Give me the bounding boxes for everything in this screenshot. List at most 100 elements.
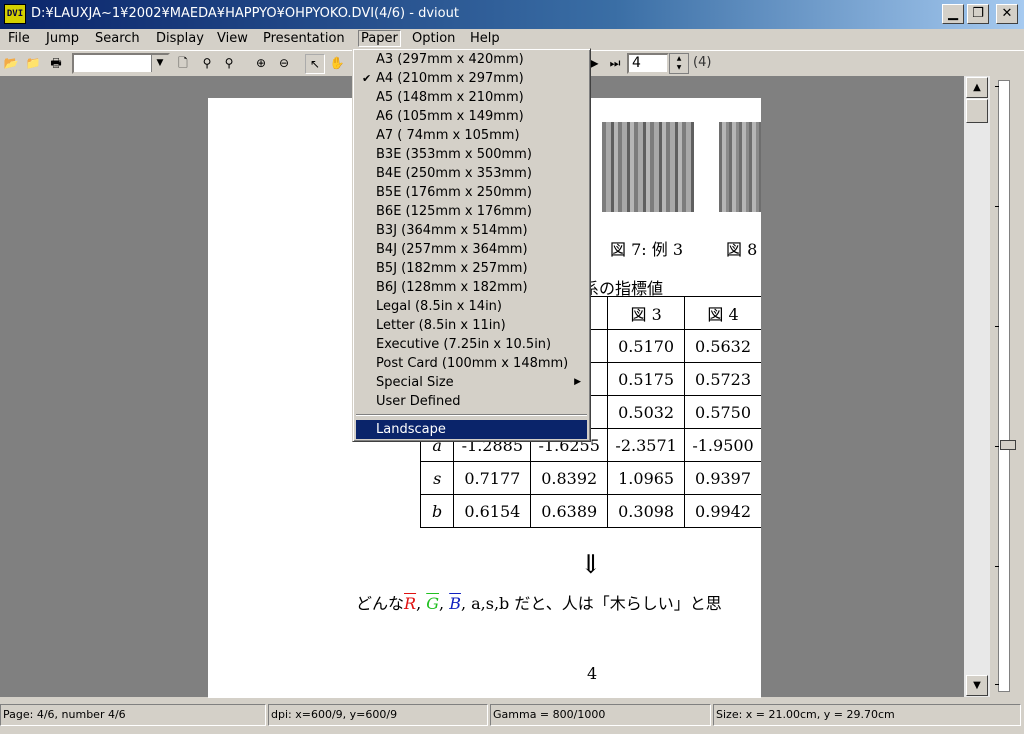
preview-icon[interactable]: 🗋 [174, 54, 192, 72]
menu-separator [356, 414, 587, 416]
table-cell: 0.6389 [530, 494, 609, 528]
paper-item-b5e[interactable]: B5E (176mm x 250mm) [356, 183, 587, 202]
maximize-button[interactable]: ❐ [967, 4, 989, 24]
dviout-app-icon[interactable]: DVI [4, 4, 26, 24]
table-cell: 1.0965 [607, 461, 686, 495]
table-cell: 0.8392 [530, 461, 609, 495]
last-page-icon[interactable]: ⏭ [606, 54, 624, 72]
zoom-in-icon[interactable]: ⊕ [252, 54, 270, 72]
table-cell: b [419, 494, 455, 528]
paper-item-a4-label: A4 (210mm x 297mm) [376, 71, 524, 86]
table-cell: 0.9397 [684, 461, 761, 495]
chevron-down-icon[interactable]: ▼ [151, 55, 168, 72]
symbol-g: G [426, 594, 440, 613]
conclusion-sentence: どんなR, G, B, a,s,b だと、人は「木らしい」と思 [356, 594, 722, 613]
select-tool-icon[interactable]: ↖ [305, 54, 325, 74]
ruler-knob[interactable] [1000, 440, 1016, 450]
open-folder-icon[interactable]: 📂 [2, 54, 20, 72]
scroll-up-button[interactable]: ▲ [966, 77, 988, 98]
hand-tool-icon[interactable]: ✋ [328, 54, 346, 72]
table-cell: 0.5170 [607, 329, 686, 363]
table-header-cell: 図 3 [607, 296, 686, 330]
page-spinner[interactable]: ▲ ▼ [669, 53, 689, 74]
scroll-thumb[interactable] [966, 99, 988, 123]
menu-display[interactable]: Display [154, 31, 206, 46]
title-bar: DVI D:¥LAUXJA~1¥2002¥MAEDA¥HAPPYO¥OHPYOK… [0, 0, 1024, 29]
paper-item-a3[interactable]: A3 (297mm x 420mm) [356, 50, 587, 69]
status-dpi: dpi: x=600/9, y=600/9 [268, 704, 488, 726]
table-cell: 0.5032 [607, 395, 686, 429]
table-row: s 0.7177 0.8392 1.0965 0.9397 [419, 461, 761, 495]
status-gamma: Gamma = 800/1000 [490, 704, 711, 726]
page-number-input[interactable]: 4 [627, 53, 669, 74]
table-cell: 0.7177 [453, 461, 532, 495]
file-combo[interactable]: ▼ [72, 53, 170, 74]
menu-jump[interactable]: Jump [44, 31, 81, 46]
table-cell: 0.5175 [607, 362, 686, 396]
paper-item-b3e[interactable]: B3E (353mm x 500mm) [356, 145, 587, 164]
symbol-b: B [449, 594, 461, 613]
table-cell: 0.5723 [684, 362, 761, 396]
status-page: Page: 4/6, number 4/6 [0, 704, 266, 726]
paper-item-a7[interactable]: A7 ( 74mm x 105mm) [356, 126, 587, 145]
binoculars-icon[interactable]: ⚲ [198, 54, 216, 72]
paper-item-legal[interactable]: Legal (8.5in x 14in) [356, 297, 587, 316]
window-title: D:¥LAUXJA~1¥2002¥MAEDA¥HAPPYO¥OHPYOKO.DV… [31, 6, 459, 21]
check-icon: ✔ [362, 72, 372, 85]
table-cell: 0.5750 [684, 395, 761, 429]
paper-item-letter[interactable]: Letter (8.5in x 11in) [356, 316, 587, 335]
table-header-cell: 図 4 [684, 296, 761, 330]
paper-item-b4j[interactable]: B4J (257mm x 364mm) [356, 240, 587, 259]
binoculars-next-icon[interactable]: ⚲ [220, 54, 238, 72]
down-arrow-symbol: ⇓ [580, 550, 602, 580]
page-count: (4) [693, 55, 712, 70]
submenu-arrow-icon: ▶ [574, 377, 581, 387]
paper-item-a6[interactable]: A6 (105mm x 149mm) [356, 107, 587, 126]
symbol-r: R [404, 594, 417, 613]
paper-menu: A3 (297mm x 420mm) ✔ A4 (210mm x 297mm) A… [352, 48, 591, 442]
paper-item-a4[interactable]: ✔ A4 (210mm x 297mm) [356, 69, 587, 88]
paper-item-executive[interactable]: Executive (7.25in x 10.5in) [356, 335, 587, 354]
page-number: 4 [587, 664, 598, 683]
sentence-prefix: どんな [356, 594, 405, 613]
menu-search[interactable]: Search [93, 31, 142, 46]
menu-file[interactable]: File [6, 31, 32, 46]
ruler-tick [995, 566, 999, 567]
paper-item-post-card[interactable]: Post Card (100mm x 148mm) [356, 354, 587, 373]
ruler-tick [995, 86, 999, 87]
menu-option[interactable]: Option [410, 31, 457, 46]
paper-item-landscape[interactable]: Landscape [356, 420, 587, 439]
ruler-tick [995, 206, 999, 207]
table-cell: 0.6154 [453, 494, 532, 528]
ruler-tick [995, 446, 999, 447]
paper-item-b6j[interactable]: B6J (128mm x 182mm) [356, 278, 587, 297]
menu-bar: File Jump Search Display View Presentati… [0, 29, 1024, 50]
menu-presentation[interactable]: Presentation [261, 31, 347, 46]
scroll-down-button[interactable]: ▼ [966, 675, 988, 696]
paper-item-b5j[interactable]: B5J (182mm x 257mm) [356, 259, 587, 278]
table-row: b 0.6154 0.6389 0.3098 0.9942 [419, 494, 761, 528]
open-recent-icon[interactable]: 📁 [24, 54, 42, 72]
vertical-scrollbar[interactable]: ▲ ▼ [964, 76, 990, 697]
ruler-tick [995, 326, 999, 327]
paper-item-a5[interactable]: A5 (148mm x 210mm) [356, 88, 587, 107]
paper-item-user-defined[interactable]: User Defined [356, 392, 587, 411]
paper-item-b3j[interactable]: B3J (364mm x 514mm) [356, 221, 587, 240]
ruler-tick [995, 684, 999, 685]
minimize-button[interactable]: ▁ [942, 4, 964, 24]
paper-item-special-size[interactable]: Special Size ▶ [356, 373, 587, 392]
menu-help[interactable]: Help [468, 31, 502, 46]
paper-item-b6e[interactable]: B6E (125mm x 176mm) [356, 202, 587, 221]
zoom-out-icon[interactable]: ⊖ [275, 54, 293, 72]
table-cell: -2.3571 [607, 428, 686, 462]
print-icon[interactable]: 🖶 [47, 54, 65, 72]
page-ruler[interactable] [990, 76, 1024, 697]
table-cell: 0.9942 [684, 494, 761, 528]
table-cell: 0.5632 [684, 329, 761, 363]
menu-view[interactable]: View [215, 31, 250, 46]
ruler-track[interactable] [998, 80, 1010, 692]
paper-item-b4e[interactable]: B4E (250mm x 353mm) [356, 164, 587, 183]
close-button[interactable]: ✕ [996, 4, 1018, 24]
menu-paper[interactable]: Paper [358, 30, 401, 47]
status-size: Size: x = 21.00cm, y = 29.70cm [713, 704, 1021, 726]
